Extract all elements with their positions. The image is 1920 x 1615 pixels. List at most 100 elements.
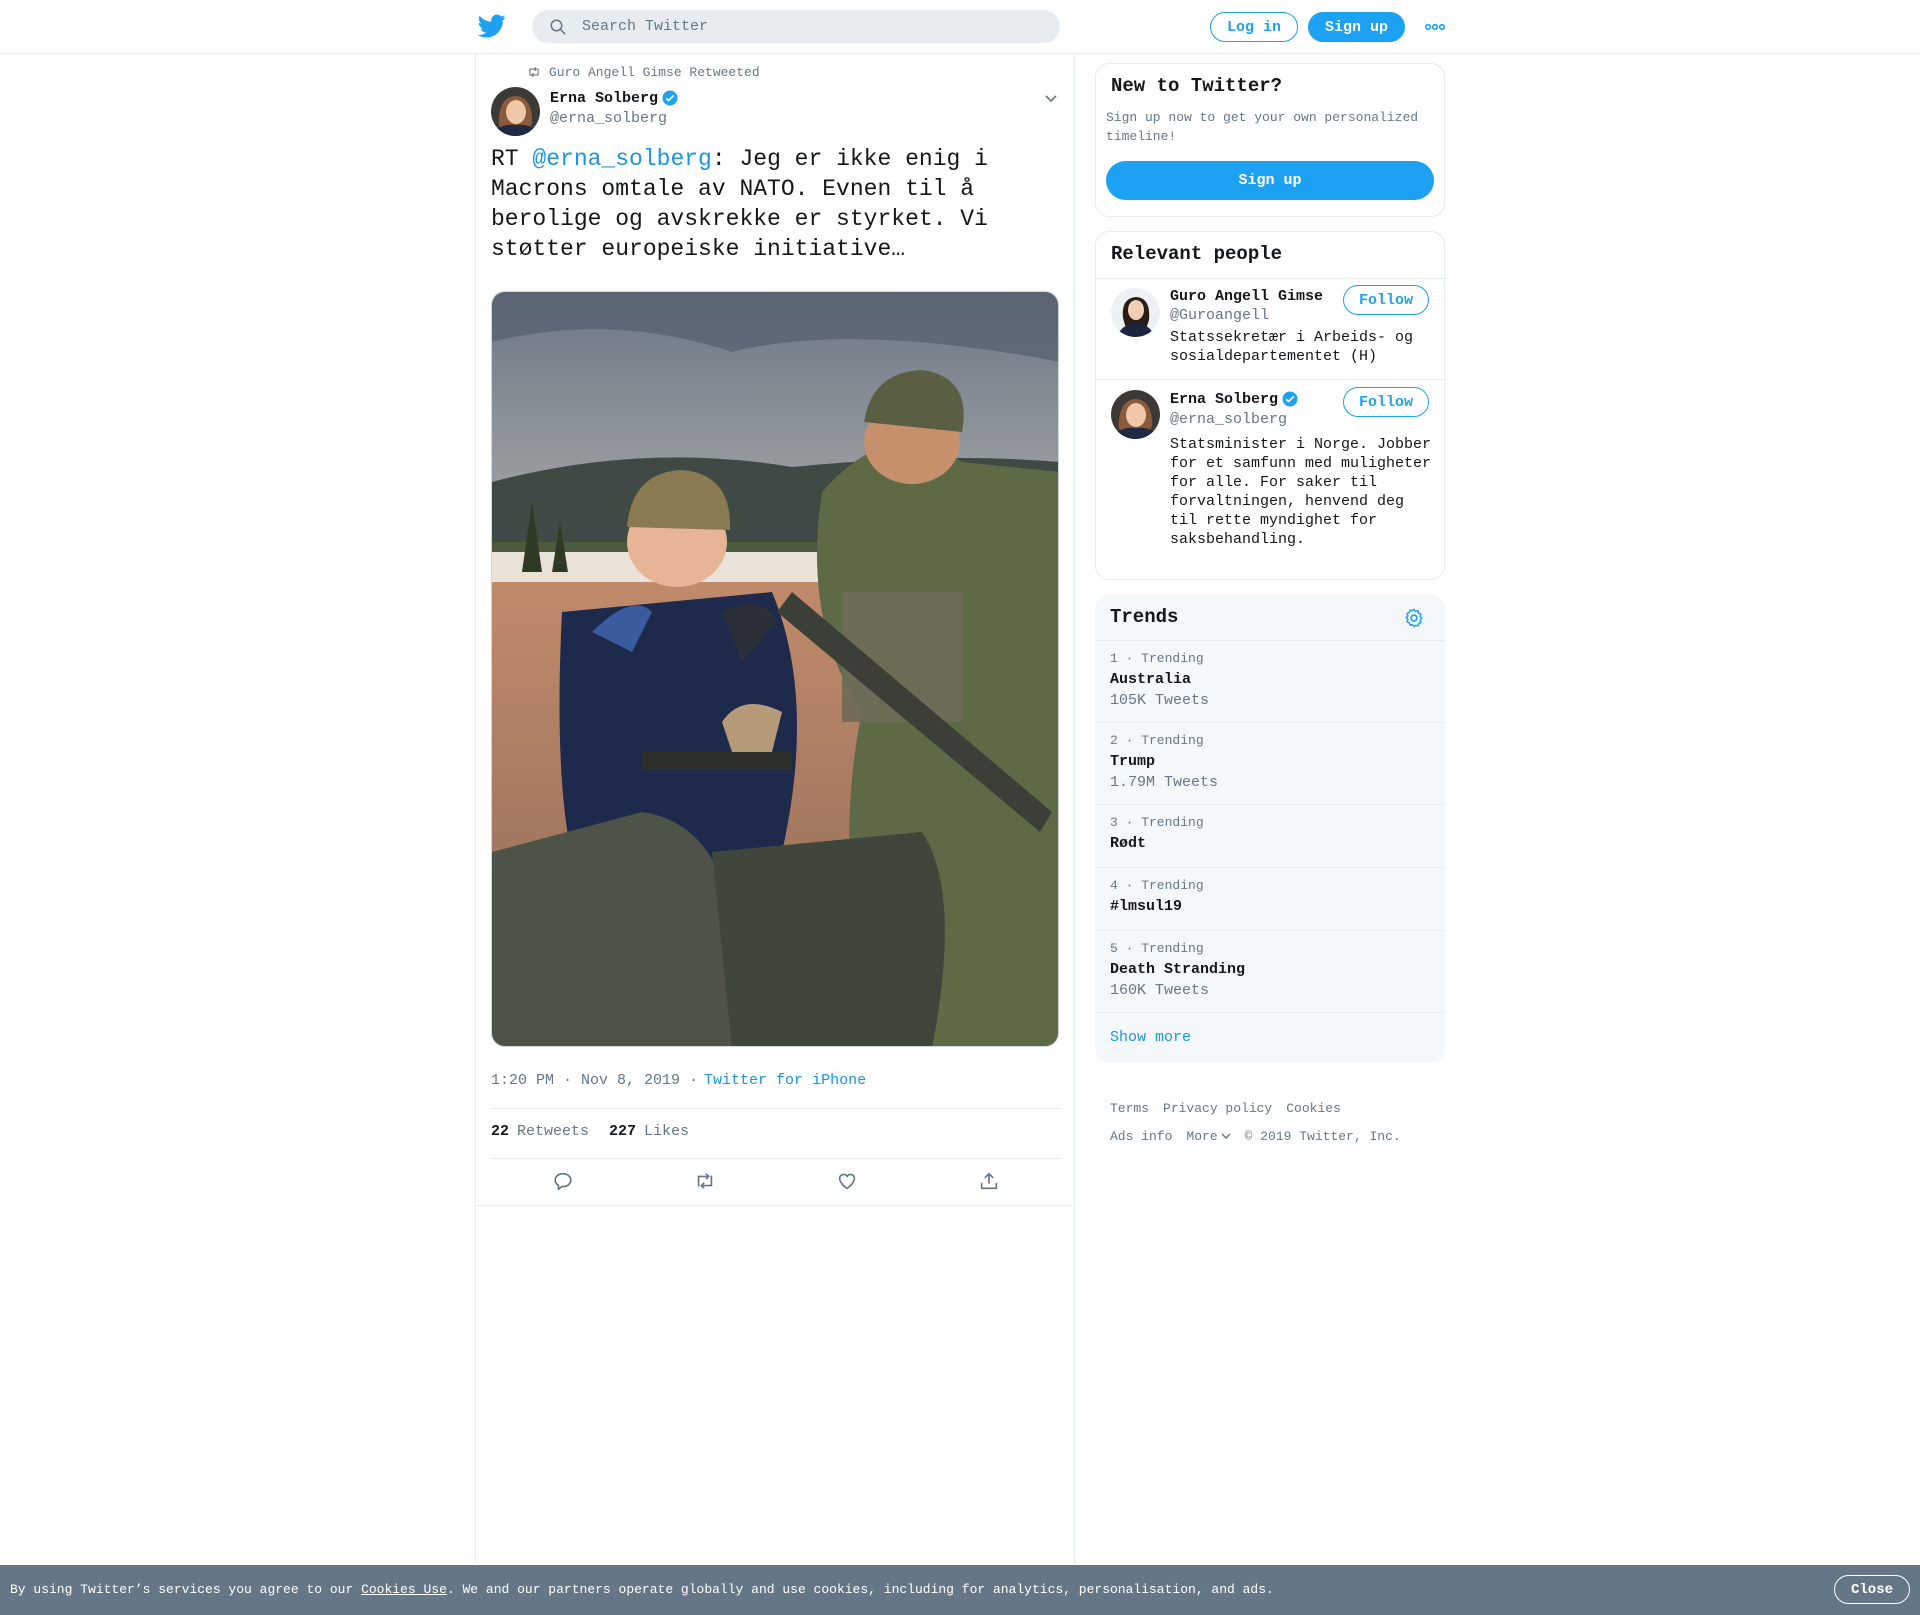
login-button[interactable]: Log in	[1210, 12, 1298, 42]
trend-name[interactable]: Death Stranding	[1110, 961, 1245, 978]
cookie-consent-bar: By using Twitter’s services you agree to…	[0, 1565, 1920, 1615]
tweet-text-prefix: RT	[491, 146, 533, 172]
sidebar-signup-button[interactable]: Sign up	[1106, 161, 1434, 200]
tweet-stats: 22 Retweets 227 Likes	[491, 1123, 709, 1140]
trend-count: 1.79M Tweets	[1110, 774, 1219, 791]
person-item[interactable]: Guro Angell Gimse @Guroangell Statssekre…	[1096, 278, 1444, 379]
relevant-people-card: Relevant people Guro Angell Gimse @Guroa…	[1095, 231, 1445, 580]
tweet-meta: 1:20 PM · Nov 8, 2019 · Twitter for iPho…	[491, 1072, 866, 1089]
author-handle[interactable]: @erna_solberg	[550, 110, 667, 127]
tweet-column: Guro Angell Gimse Retweeted Erna Solberg…	[475, 54, 1075, 1564]
sidebar-footer: Terms Privacy policy Cookies Ads info Mo…	[1110, 1094, 1450, 1150]
trend-item[interactable]: 4 · Trending #lmsul19	[1095, 867, 1445, 930]
author-avatar[interactable]	[491, 87, 540, 136]
footer-terms-link[interactable]: Terms	[1110, 1101, 1149, 1116]
cookie-close-button[interactable]: Close	[1834, 1575, 1910, 1604]
show-more-trends[interactable]: Show more	[1095, 1012, 1445, 1063]
trends-card: Trends 1 · Trending Australia 105K Tweet…	[1095, 595, 1445, 1063]
likes-stat[interactable]: 227 Likes	[609, 1123, 689, 1140]
trend-name[interactable]: #lmsul19	[1110, 898, 1182, 915]
reply-icon[interactable]	[552, 1170, 574, 1192]
top-header: Log in Sign up	[0, 0, 1920, 54]
trend-meta: 4 · Trending	[1110, 878, 1204, 893]
new-to-twitter-title: New to Twitter?	[1111, 75, 1283, 97]
footer-copyright: © 2019 Twitter, Inc.	[1244, 1128, 1401, 1144]
search-icon	[550, 19, 566, 35]
trend-name[interactable]: Rødt	[1110, 835, 1146, 852]
retweets-count: 22	[491, 1123, 510, 1140]
person-name[interactable]: Guro Angell Gimse	[1170, 288, 1323, 305]
trend-name[interactable]: Australia	[1110, 671, 1191, 688]
trend-meta: 2 · Trending	[1110, 733, 1204, 748]
likes-label: Likes	[644, 1123, 690, 1140]
verified-badge-icon	[1282, 391, 1298, 407]
retweet-icon[interactable]	[694, 1170, 716, 1192]
person-bio: Statssekretær i Arbeids- og sosialdepart…	[1170, 329, 1414, 365]
retweet-context: Guro Angell Gimse Retweeted	[527, 64, 760, 80]
show-more-link[interactable]: Show more	[1110, 1029, 1191, 1046]
chevron-down-icon[interactable]	[1043, 90, 1059, 106]
tweet-timestamp[interactable]: 1:20 PM · Nov 8, 2019 ·	[491, 1072, 698, 1089]
retweets-label: Retweets	[517, 1123, 590, 1140]
search-box[interactable]	[532, 10, 1060, 43]
search-input[interactable]	[582, 10, 1042, 43]
person-avatar-image	[1111, 390, 1160, 439]
tweet-mention-link[interactable]: @erna_solberg	[532, 146, 711, 172]
footer-ads-info-link[interactable]: Ads info	[1110, 1129, 1172, 1144]
trends-title: Trends	[1110, 606, 1179, 628]
trend-name[interactable]: Trump	[1110, 753, 1155, 770]
follow-button[interactable]: Follow	[1343, 387, 1429, 417]
tweet-photo-image	[492, 292, 1058, 1046]
footer-cookies-link[interactable]: Cookies	[1286, 1101, 1341, 1116]
more-options-icon[interactable]	[1424, 19, 1446, 35]
trend-item[interactable]: 2 · Trending Trump 1.79M Tweets	[1095, 722, 1445, 804]
cookie-text: By using Twitter’s services you agree to…	[10, 1582, 1274, 1597]
tweet-text: RT @erna_solberg: Jeg er ikke enig i Mac…	[491, 144, 1051, 264]
trend-meta: 1 · Trending	[1110, 651, 1204, 666]
author-avatar-image	[491, 87, 540, 136]
new-to-twitter-description: Sign up now to get your own personalized…	[1106, 110, 1419, 144]
retweeted-by-label[interactable]: Guro Angell Gimse Retweeted	[549, 65, 760, 80]
person-bio: Statsminister i Norge. Jobber for et sam…	[1170, 436, 1432, 548]
author-name[interactable]: Erna Solberg	[550, 89, 679, 107]
person-name-text[interactable]: Erna Solberg	[1170, 391, 1278, 408]
likes-count: 227	[609, 1123, 637, 1140]
verified-badge-icon	[662, 90, 678, 106]
footer-more-label[interactable]: More	[1186, 1129, 1217, 1144]
divider	[491, 1108, 1061, 1109]
like-heart-icon[interactable]	[836, 1170, 858, 1192]
footer-more-menu[interactable]: More	[1186, 1129, 1231, 1144]
tweet-photo[interactable]	[491, 291, 1059, 1047]
divider	[476, 1205, 1074, 1206]
author-name-text[interactable]: Erna Solberg	[550, 90, 658, 107]
person-item[interactable]: Erna Solberg @erna_solberg Statsminister…	[1096, 380, 1444, 579]
person-handle[interactable]: @erna_solberg	[1170, 411, 1287, 428]
footer-privacy-link[interactable]: Privacy policy	[1163, 1101, 1272, 1116]
trend-meta: 3 · Trending	[1110, 815, 1204, 830]
trend-count: 160K Tweets	[1110, 982, 1210, 999]
relevant-people-title: Relevant people	[1111, 243, 1283, 265]
person-avatar-image	[1111, 288, 1160, 337]
person-avatar[interactable]	[1111, 390, 1160, 439]
cookies-use-link[interactable]: Cookies Use	[361, 1582, 447, 1597]
twitter-logo-icon[interactable]	[478, 12, 506, 40]
signup-button[interactable]: Sign up	[1308, 12, 1405, 42]
gear-icon[interactable]	[1403, 607, 1425, 629]
trend-item[interactable]: 5 · Trending Death Stranding 160K Tweets	[1095, 930, 1445, 1012]
share-icon[interactable]	[978, 1170, 1000, 1192]
retweet-icon	[529, 66, 539, 78]
cookie-text-after: . We and our partners operate globally a…	[446, 1582, 1274, 1597]
retweets-stat[interactable]: 22 Retweets	[491, 1123, 589, 1140]
person-name-text[interactable]: Guro Angell Gimse	[1170, 288, 1323, 305]
person-avatar[interactable]	[1111, 288, 1160, 337]
tweet-source-link[interactable]: Twitter for iPhone	[704, 1072, 866, 1089]
follow-button[interactable]: Follow	[1343, 285, 1429, 315]
tweet-actions	[476, 1154, 1074, 1204]
person-name[interactable]: Erna Solberg	[1170, 390, 1299, 408]
person-handle[interactable]: @Guroangell	[1170, 307, 1269, 324]
trend-meta: 5 · Trending	[1110, 941, 1204, 956]
trend-item[interactable]: 1 · Trending Australia 105K Tweets	[1095, 640, 1445, 722]
trend-item[interactable]: 3 · Trending Rødt	[1095, 804, 1445, 867]
trend-count: 105K Tweets	[1110, 692, 1210, 709]
new-to-twitter-card: New to Twitter? Sign up now to get your …	[1095, 63, 1445, 217]
